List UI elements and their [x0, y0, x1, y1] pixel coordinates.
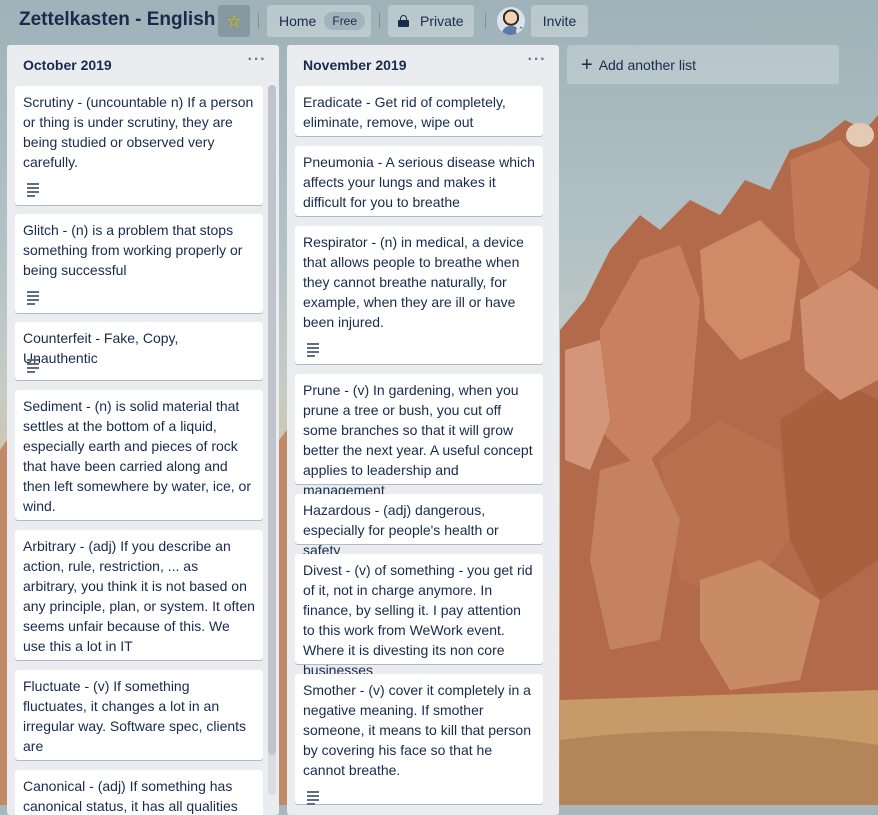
home-label: Home — [279, 13, 317, 29]
visibility-label: Private — [420, 13, 464, 29]
description-icon — [27, 291, 39, 305]
card[interactable]: Scrutiny - (uncountable n) If a person o… — [15, 86, 263, 205]
card[interactable]: Counterfeit - Fake, Copy, Unauthentic — [15, 322, 263, 380]
card[interactable]: Prune - (v) In gardening, when you prune… — [295, 374, 543, 498]
add-list-button[interactable]: + Add another list — [567, 45, 839, 84]
card[interactable]: Arbitrary - (adj) If you describe an act… — [15, 530, 263, 660]
list-title[interactable]: October 2019 — [23, 57, 112, 73]
list-november-2019: November 2019 ··· Eradicate - Get rid of… — [287, 45, 559, 815]
card-title: Smother - (v) cover it completely in a n… — [303, 682, 532, 778]
header-divider — [485, 13, 486, 29]
card[interactable]: Sediment - (n) is solid material that se… — [15, 390, 263, 520]
header-divider — [258, 13, 259, 29]
member-avatar[interactable]: ⌃ — [497, 7, 525, 35]
card-title: Scrutiny - (uncountable n) If a person o… — [23, 94, 254, 170]
card[interactable]: Hazardous - (adj) dangerous, especially … — [295, 494, 543, 558]
list-title[interactable]: November 2019 — [303, 57, 407, 73]
star-icon: ☆ — [226, 11, 242, 31]
card[interactable]: Divest - (v) of something - you get rid … — [295, 554, 543, 678]
list-scrollbar[interactable] — [268, 85, 276, 795]
card[interactable]: Smother - (v) cover it completely in a n… — [295, 674, 543, 805]
description-icon — [27, 183, 39, 197]
card-title: Glitch - (n) is a problem that stops som… — [23, 222, 243, 278]
card-title: Fluctuate - (v) If something fluctuates,… — [23, 678, 247, 754]
home-team-button[interactable]: Home Free — [267, 5, 371, 37]
card-title: Counterfeit - Fake, Copy, Unauthentic — [23, 330, 179, 366]
card-title: Arbitrary - (adj) If you describe an act… — [23, 538, 255, 654]
card[interactable]: Pneumonia - A serious disease which affe… — [295, 146, 543, 216]
description-icon — [307, 791, 319, 805]
card[interactable]: Canonical - (adj) If something has canon… — [15, 770, 263, 815]
list-october-2019: October 2019 ··· Scrutiny - (uncountable… — [7, 45, 279, 815]
add-list-label: Add another list — [598, 56, 696, 73]
card-title: Prune - (v) In gardening, when you prune… — [303, 382, 533, 498]
card[interactable]: Respirator - (n) in medical, a device th… — [295, 226, 543, 364]
free-badge: Free — [324, 12, 366, 30]
star-board-button[interactable]: ☆ — [218, 5, 250, 37]
card-title: Pneumonia - A serious disease which affe… — [303, 154, 535, 210]
lock-icon — [398, 15, 409, 27]
invite-button[interactable]: Invite — [531, 5, 588, 37]
card-title: Respirator - (n) in medical, a device th… — [303, 234, 524, 330]
scrollbar-thumb[interactable] — [268, 85, 276, 755]
list-menu-button[interactable]: ··· — [245, 51, 269, 71]
board-title[interactable]: Zettelkasten - English — [19, 9, 215, 31]
card-title: Canonical - (adj) If something has canon… — [23, 778, 238, 814]
card-title: Hazardous - (adj) dangerous, especially … — [303, 502, 499, 558]
card[interactable]: Fluctuate - (v) If something fluctuates,… — [15, 670, 263, 760]
board-header: Zettelkasten - English ☆ Home Free Priva… — [0, 0, 878, 42]
visibility-button[interactable]: Private — [388, 5, 474, 37]
description-icon — [307, 343, 319, 357]
card[interactable]: Eradicate - Get rid of completely, elimi… — [295, 86, 543, 136]
description-icon — [27, 359, 39, 373]
list-menu-button[interactable]: ··· — [525, 51, 549, 71]
admin-chevron-icon: ⌃ — [516, 26, 525, 35]
plus-icon: + — [581, 53, 593, 76]
card[interactable]: Glitch - (n) is a problem that stops som… — [15, 214, 263, 313]
header-divider — [379, 13, 380, 29]
card-title: Sediment - (n) is solid material that se… — [23, 398, 251, 514]
card-title: Divest - (v) of something - you get rid … — [303, 562, 533, 678]
card-title: Eradicate - Get rid of completely, elimi… — [303, 94, 506, 130]
